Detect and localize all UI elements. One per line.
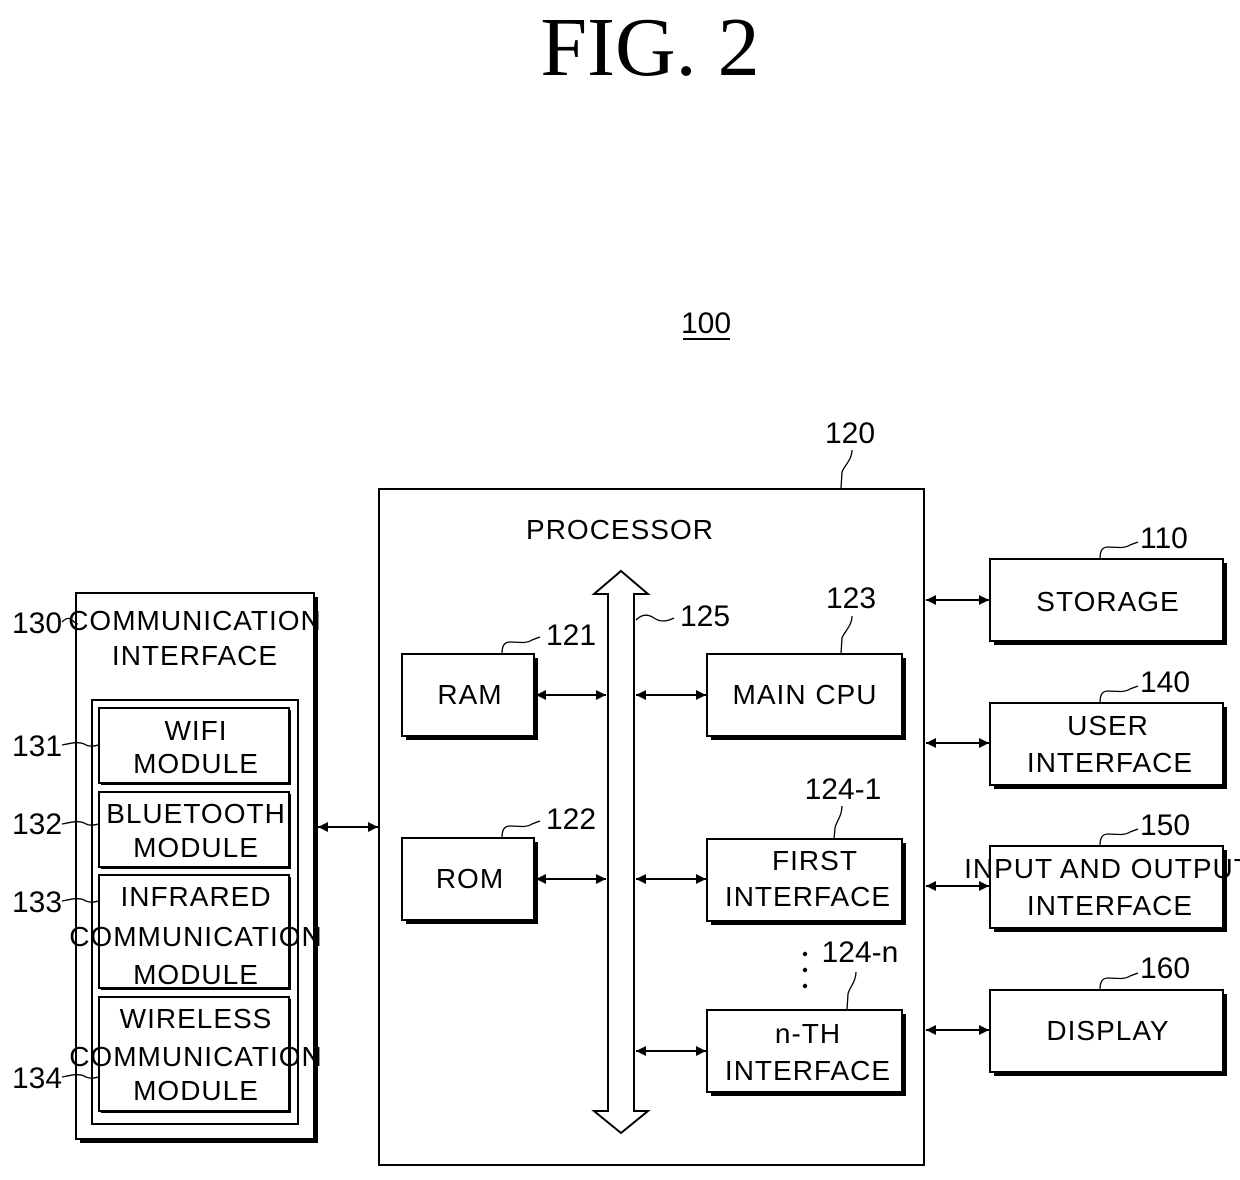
nth-interface-line-1: n-TH xyxy=(775,1018,841,1049)
comm-interface-line-1: COMMUNICATION xyxy=(68,605,322,636)
figure-title: FIG. 2 xyxy=(540,1,759,94)
infrared-module-line-1: INFRARED xyxy=(120,881,271,912)
rom-label: ROM xyxy=(436,863,504,894)
infrared-module-line-2: COMMUNICATION xyxy=(69,921,323,952)
user-interface-line-2: INTERFACE xyxy=(1027,747,1193,778)
wireless-module-line-2: COMMUNICATION xyxy=(69,1041,323,1072)
block-diagram: FIG. 2 100 COMMUNICATION INTERFACE WIFI … xyxy=(12,1,1240,1166)
wifi-module-line-1: WIFI xyxy=(164,715,227,746)
ref-125: 125 xyxy=(680,600,730,633)
leader-140 xyxy=(1099,685,1139,704)
bluetooth-module-block: BLUETOOTH MODULE xyxy=(98,791,291,869)
storage-block: STORAGE xyxy=(989,558,1227,645)
infrared-module-line-3: MODULE xyxy=(133,959,259,990)
ref-133: 133 xyxy=(12,886,62,919)
ram-label: RAM xyxy=(437,679,502,710)
main-cpu-block: MAIN CPU xyxy=(706,653,906,740)
bluetooth-module-line-2: MODULE xyxy=(133,832,259,863)
display-label: DISPLAY xyxy=(1046,1015,1169,1046)
ref-160: 160 xyxy=(1140,952,1190,985)
ref-121: 121 xyxy=(546,619,596,652)
wireless-module-line-3: MODULE xyxy=(133,1075,259,1106)
wifi-module-line-2: MODULE xyxy=(133,748,259,779)
wifi-module-block: WIFI MODULE xyxy=(98,707,291,785)
ref-140: 140 xyxy=(1140,666,1190,699)
nth-interface-line-2: INTERFACE xyxy=(725,1055,891,1086)
device-ref: 100 xyxy=(681,307,731,340)
storage-label: STORAGE xyxy=(1036,586,1179,617)
leader-110 xyxy=(1099,541,1139,560)
bluetooth-module-line-1: BLUETOOTH xyxy=(106,798,286,829)
ref-110: 110 xyxy=(1140,522,1188,555)
first-interface-block: FIRST INTERFACE xyxy=(706,838,906,925)
user-interface-block: USER INTERFACE xyxy=(989,702,1227,789)
leader-120 xyxy=(840,449,853,490)
ref-120: 120 xyxy=(825,417,875,450)
comm-interface-line-2: INTERFACE xyxy=(112,640,278,671)
ref-130: 130 xyxy=(12,607,62,640)
wireless-module-block: WIRELESS COMMUNICATION MODULE xyxy=(69,996,323,1113)
first-interface-line-1: FIRST xyxy=(772,845,858,876)
ref-124-1: 124-1 xyxy=(805,773,882,806)
ref-124-n: 124-n xyxy=(822,936,899,969)
processor-label: PROCESSOR xyxy=(526,514,714,545)
ref-123: 123 xyxy=(826,582,876,615)
infrared-module-block: INFRARED COMMUNICATION MODULE xyxy=(69,874,323,990)
wireless-module-line-1: WIRELESS xyxy=(120,1003,273,1034)
leader-150 xyxy=(1099,828,1139,847)
ref-131: 131 xyxy=(12,730,62,763)
leader-160 xyxy=(1099,972,1139,991)
first-interface-line-2: INTERFACE xyxy=(725,881,891,912)
input-output-interface-block: INPUT AND OUTPUT INTERFACE xyxy=(964,845,1240,932)
ref-150: 150 xyxy=(1140,809,1190,842)
user-interface-line-1: USER xyxy=(1067,710,1149,741)
communication-interface-block: COMMUNICATION INTERFACE WIFI MODULE BLUE… xyxy=(68,592,323,1143)
main-cpu-label: MAIN CPU xyxy=(733,679,878,710)
ref-134: 134 xyxy=(12,1062,62,1095)
ref-132: 132 xyxy=(12,808,62,841)
display-block: DISPLAY xyxy=(989,989,1227,1076)
ram-block: RAM xyxy=(401,653,538,740)
nth-interface-block: n-TH INTERFACE xyxy=(706,1009,906,1096)
rom-block: ROM xyxy=(401,837,538,924)
io-interface-line-1: INPUT AND OUTPUT xyxy=(964,853,1240,884)
ref-122: 122 xyxy=(546,803,596,836)
io-interface-line-2: INTERFACE xyxy=(1027,890,1193,921)
